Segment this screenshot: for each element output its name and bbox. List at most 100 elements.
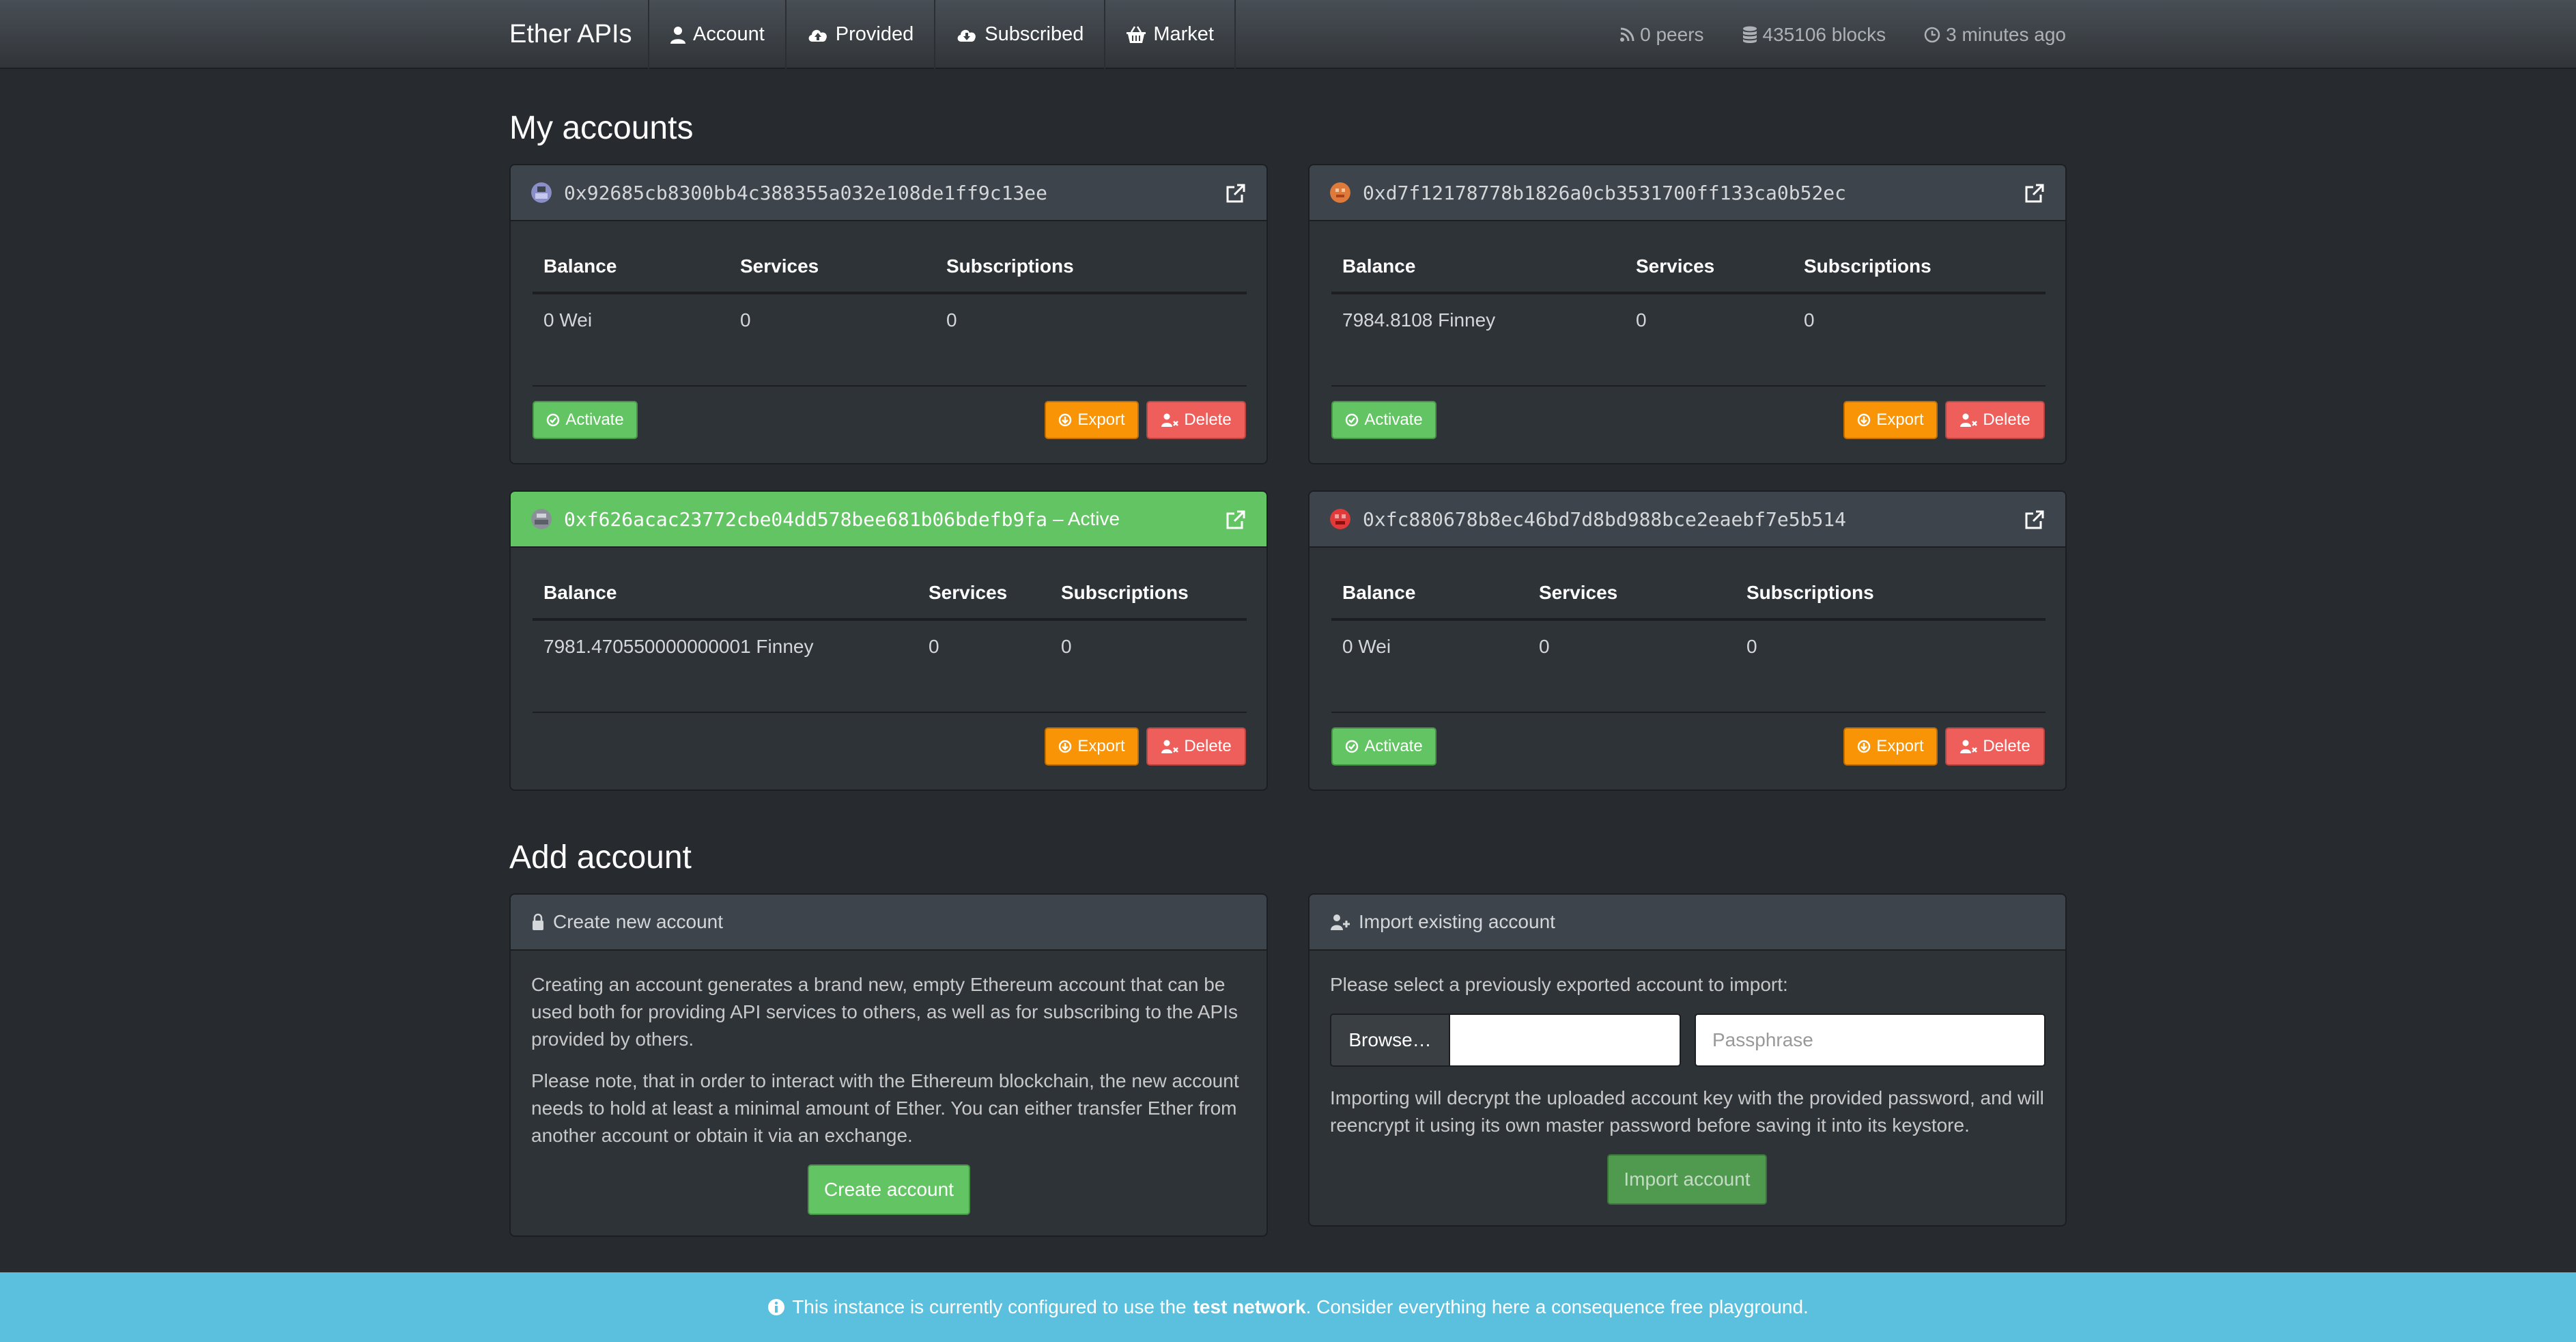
balance-header: Balance [533, 240, 729, 294]
account-address[interactable]: 0xf626acac23772cbe04dd578bee681b06bdefb9… [564, 508, 1047, 531]
export-button[interactable]: Export [1045, 401, 1139, 439]
create-account-title: Create new account [553, 911, 724, 932]
activate-label: Activate [1364, 737, 1423, 755]
rss-icon [1620, 27, 1634, 42]
delete-button[interactable]: Delete [1146, 401, 1246, 439]
account-header: 0xd7f12178778b1826a0cb3531700ff133ca0b52… [1310, 165, 2065, 221]
activate-button[interactable]: Activate [1331, 401, 1436, 439]
subscriptions-header: Subscriptions [935, 240, 1247, 294]
browse-button[interactable]: Browse… [1330, 1014, 1450, 1067]
external-link-icon[interactable] [2024, 509, 2045, 530]
export-label: Export [1077, 737, 1125, 755]
nav-market[interactable]: Market [1104, 0, 1236, 69]
brand-link[interactable]: Ether APIs [509, 0, 632, 69]
external-link-icon[interactable] [1226, 509, 1246, 530]
export-label: Export [1876, 410, 1924, 429]
user-remove-icon [1161, 413, 1179, 427]
navbar: Ether APIs Account Provided Subscribed M… [0, 0, 2576, 69]
peers-count: 0 peers [1640, 23, 1704, 45]
services-header: Services [918, 567, 1050, 621]
basket-icon [1127, 25, 1146, 43]
time-stat: 3 minutes ago [1924, 24, 2066, 46]
subscriptions-value: 0 [1746, 635, 1757, 657]
services-value: 0 [929, 635, 939, 657]
create-account-label: Create account [824, 1179, 954, 1200]
account-address[interactable]: 0x92685cb8300bb4c388355a032e108de1ff9c13… [564, 182, 1047, 204]
create-account-button[interactable]: Create account [808, 1164, 970, 1215]
account-address[interactable]: 0xfc880678b8ec46bd7d8bd988bce2eaebf7e5b5… [1363, 508, 1846, 531]
create-account-panel: Create new account Creating an account g… [509, 893, 1268, 1237]
activate-button[interactable]: Activate [533, 401, 638, 439]
activate-button[interactable]: Activate [1331, 727, 1436, 766]
navbar-inner: Ether APIs Account Provided Subscribed M… [509, 0, 2066, 69]
account-panel: 0xfc880678b8ec46bd7d8bd988bce2eaebf7e5b5… [1308, 490, 2067, 791]
blocks-count: 435106 blocks [1762, 23, 1886, 45]
delete-button[interactable]: Delete [1945, 401, 2045, 439]
passphrase-input[interactable]: Passphrase [1695, 1014, 2046, 1067]
identicon-avatar [1330, 509, 1350, 529]
delete-label: Delete [1983, 410, 2030, 429]
export-button[interactable]: Export [1843, 401, 1938, 439]
account-table: Balance Services Subscriptions 7981.4705… [533, 567, 1247, 672]
import-account-title: Import existing account [1359, 911, 1555, 932]
import-account-button[interactable]: Import account [1607, 1154, 1767, 1205]
account-address[interactable]: 0xd7f12178778b1826a0cb3531700ff133ca0b52… [1363, 182, 1846, 204]
subscriptions-header: Subscriptions [1050, 567, 1247, 621]
nav-links: Account Provided Subscribed Market [648, 0, 1236, 69]
import-account-panel: Import existing account Please select a … [1308, 893, 2067, 1227]
download-circle-icon [1858, 413, 1871, 427]
import-account-header: Import existing account [1310, 895, 2065, 951]
delete-button[interactable]: Delete [1945, 727, 2045, 766]
account-header: 0xf626acac23772cbe04dd578bee681b06bdefb9… [511, 492, 1266, 548]
download-circle-icon [1059, 413, 1072, 427]
external-link-icon[interactable] [1226, 183, 1246, 204]
nav-stats: 0 peers 435106 blocks 3 minutes ago [1619, 0, 2066, 69]
subscriptions-header: Subscriptions [1793, 240, 2046, 294]
activate-label: Activate [1364, 410, 1423, 429]
account-table: Balance Services Subscriptions 7984.8108… [1331, 240, 2046, 346]
balance-header: Balance [533, 567, 918, 621]
nav-market-label: Market [1153, 23, 1214, 45]
lock-icon [533, 913, 543, 930]
identicon-avatar [531, 182, 552, 203]
banner-text-pre: This instance is currently configured to… [792, 1296, 1187, 1317]
import-prompt: Please select a previously exported acco… [1330, 974, 1788, 995]
export-button[interactable]: Export [1843, 727, 1938, 766]
services-value: 0 [1539, 635, 1550, 657]
account-panel-active: 0xf626acac23772cbe04dd578bee681b06bdefb9… [509, 490, 1268, 791]
nav-account[interactable]: Account [648, 0, 785, 69]
balance-value: 0 Wei [543, 309, 593, 331]
export-button[interactable]: Export [1045, 727, 1139, 766]
balance-header: Balance [1331, 240, 1625, 294]
activate-label: Activate [565, 410, 624, 429]
clock-icon [1924, 27, 1940, 42]
network-info-banner: This instance is currently configured to… [0, 1272, 2576, 1342]
banner-text-post: . Consider everything here a consequence… [1305, 1296, 1809, 1317]
delete-label: Delete [1184, 737, 1232, 755]
nav-subscribed[interactable]: Subscribed [934, 0, 1104, 69]
blocks-stat: 435106 blocks [1742, 24, 1886, 46]
delete-button[interactable]: Delete [1146, 727, 1246, 766]
balance-value: 7984.8108 Finney [1342, 309, 1496, 331]
account-header: 0x92685cb8300bb4c388355a032e108de1ff9c13… [511, 165, 1266, 221]
services-header: Services [1625, 240, 1793, 294]
subscriptions-header: Subscriptions [1736, 567, 2046, 621]
download-circle-icon [1858, 740, 1871, 753]
create-account-description: Creating an account generates a brand ne… [531, 974, 1238, 1050]
my-accounts-title: My accounts [509, 110, 694, 146]
divider [1331, 385, 2046, 387]
nav-provided[interactable]: Provided [784, 0, 934, 69]
services-header: Services [729, 240, 935, 294]
account-table: Balance Services Subscriptions 0 Wei 0 0 [1331, 567, 2046, 672]
user-remove-icon [1960, 740, 1978, 753]
user-remove-icon [1960, 413, 1978, 427]
file-name-field[interactable] [1449, 1014, 1681, 1067]
user-icon [670, 26, 685, 44]
import-note: Importing will decrypt the uploaded acco… [1330, 1087, 2044, 1136]
balance-value: 0 Wei [1342, 635, 1391, 657]
external-link-icon[interactable] [2024, 183, 2045, 204]
user-add-icon [1331, 914, 1350, 930]
import-account-label: Import account [1624, 1169, 1751, 1190]
account-table: Balance Services Subscriptions 0 Wei 0 0 [533, 240, 1247, 346]
account-panel: 0xd7f12178778b1826a0cb3531700ff133ca0b52… [1308, 164, 2067, 464]
